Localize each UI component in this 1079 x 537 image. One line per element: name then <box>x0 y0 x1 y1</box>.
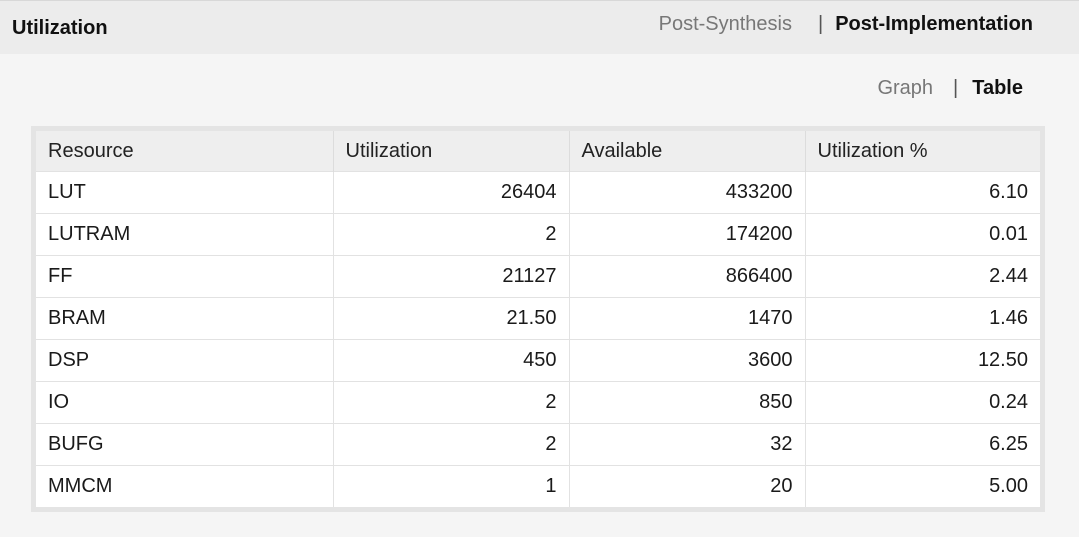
cell-available: 3600 <box>569 339 806 382</box>
table-row[interactable]: FF 21127 866400 2.44 <box>36 255 1040 298</box>
tab-post-synthesis[interactable]: Post-Synthesis <box>659 13 792 36</box>
cell-utilization-percent: 1.46 <box>805 297 1040 340</box>
cell-utilization-percent: 2.44 <box>805 255 1040 298</box>
cell-utilization: 2 <box>333 213 570 256</box>
utilization-table-container: Resource Utilization Available Utilizati… <box>31 126 1045 512</box>
cell-utilization-percent: 0.24 <box>805 381 1040 424</box>
view-graph-button[interactable]: Graph <box>877 77 933 100</box>
cell-resource: FF <box>36 255 334 298</box>
utilization-table: Resource Utilization Available Utilizati… <box>36 131 1040 507</box>
cell-resource: BRAM <box>36 297 334 340</box>
cell-available: 433200 <box>569 171 806 214</box>
column-header-available[interactable]: Available <box>569 131 806 172</box>
cell-utilization: 1 <box>333 465 570 507</box>
cell-utilization: 2 <box>333 381 570 424</box>
column-header-utilization[interactable]: Utilization <box>333 131 570 172</box>
cell-utilization-percent: 0.01 <box>805 213 1040 256</box>
cell-resource: IO <box>36 381 334 424</box>
cell-utilization: 26404 <box>333 171 570 214</box>
cell-resource: DSP <box>36 339 334 382</box>
cell-resource: LUT <box>36 171 334 214</box>
table-row[interactable]: DSP 450 3600 12.50 <box>36 339 1040 382</box>
cell-resource: MMCM <box>36 465 334 507</box>
column-header-resource[interactable]: Resource <box>36 131 334 172</box>
column-header-utilization-percent[interactable]: Utilization % <box>805 131 1040 172</box>
table-row[interactable]: IO 2 850 0.24 <box>36 381 1040 424</box>
utilization-header: Utilization Post-Synthesis | Post-Implem… <box>0 0 1079 54</box>
table-row[interactable]: BUFG 2 32 6.25 <box>36 423 1040 466</box>
tab-separator: | <box>818 13 824 35</box>
cell-utilization-percent: 12.50 <box>805 339 1040 382</box>
table-row[interactable]: MMCM 1 20 5.00 <box>36 465 1040 507</box>
view-table-button[interactable]: Table <box>972 77 1023 100</box>
tab-post-implementation[interactable]: Post-Implementation <box>835 13 1033 36</box>
cell-available: 174200 <box>569 213 806 256</box>
cell-utilization: 450 <box>333 339 570 382</box>
cell-resource: BUFG <box>36 423 334 466</box>
table-row[interactable]: BRAM 21.50 1470 1.46 <box>36 297 1040 340</box>
table-header-row: Resource Utilization Available Utilizati… <box>36 131 1040 172</box>
cell-utilization: 2 <box>333 423 570 466</box>
table-row[interactable]: LUT 26404 433200 6.10 <box>36 171 1040 214</box>
view-toggle: Graph | Table <box>877 77 1023 100</box>
cell-utilization-percent: 5.00 <box>805 465 1040 507</box>
cell-resource: LUTRAM <box>36 213 334 256</box>
cell-utilization-percent: 6.25 <box>805 423 1040 466</box>
cell-available: 850 <box>569 381 806 424</box>
cell-utilization-percent: 6.10 <box>805 171 1040 214</box>
cell-utilization: 21.50 <box>333 297 570 340</box>
cell-available: 1470 <box>569 297 806 340</box>
cell-available: 20 <box>569 465 806 507</box>
view-separator: | <box>953 77 959 99</box>
cell-available: 866400 <box>569 255 806 298</box>
cell-utilization: 21127 <box>333 255 570 298</box>
stage-tabs: Post-Synthesis | Post-Implementation <box>659 13 1033 36</box>
page-title: Utilization <box>12 17 108 39</box>
cell-available: 32 <box>569 423 806 466</box>
table-row[interactable]: LUTRAM 2 174200 0.01 <box>36 213 1040 256</box>
